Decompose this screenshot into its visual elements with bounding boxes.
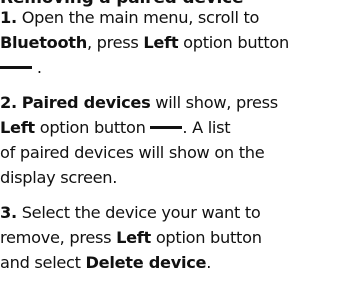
option-button-dash-icon [0, 66, 32, 69]
step-2-text-a: will show, press [150, 93, 278, 112]
option-button-dash-icon [150, 126, 183, 129]
step-1-line-2: Bluetooth, press Left option button [0, 31, 289, 55]
step-1-number: 1. [0, 8, 17, 27]
step-1-text-c: option button [178, 33, 289, 52]
step-3-line-1: 3. Select the device your want to [0, 201, 261, 225]
instruction-document: Removing a paired device 1. Open the mai… [0, 0, 338, 288]
step-1-text-a: Open the main menu, scroll to [21, 8, 260, 27]
step-3-end: . [206, 253, 212, 272]
step-3-text-b: remove, press [0, 228, 117, 247]
delete-device-term: Delete device [85, 253, 207, 272]
left-term: Left [0, 118, 35, 137]
step-2-line-3: of paired devices will show on the [0, 143, 265, 162]
left-term: Left [116, 228, 151, 247]
step-3-number: 3. [0, 203, 17, 222]
step-2-text-b: option button [34, 118, 151, 137]
step-3-line-3: and select Delete device. [0, 251, 211, 275]
step-3-text-a: Select the device your want to [21, 203, 261, 222]
step-3-text-c: option button [150, 228, 262, 247]
step-2-line-2: Left option button . A list [0, 116, 231, 140]
left-term: Left [143, 33, 179, 52]
step-2-text-c: . A list [182, 118, 231, 137]
bluetooth-term: Bluetooth [0, 33, 87, 52]
paired-devices-term: Paired devices [21, 93, 151, 112]
step-1-line-1: 1. Open the main menu, scroll to [0, 6, 259, 30]
step-3-text-d: and select [0, 253, 86, 272]
step-1-text-b: , press [86, 33, 144, 52]
step-2-line-1: 2. Paired devices will show, press [0, 91, 278, 115]
step-1-end: . [36, 58, 42, 77]
step-2-number: 2. [0, 93, 17, 112]
step-3-line-2: remove, press Left option button [0, 226, 262, 250]
step-2-line-4: display screen. [0, 168, 118, 187]
step-1-line-3: . [0, 56, 42, 80]
